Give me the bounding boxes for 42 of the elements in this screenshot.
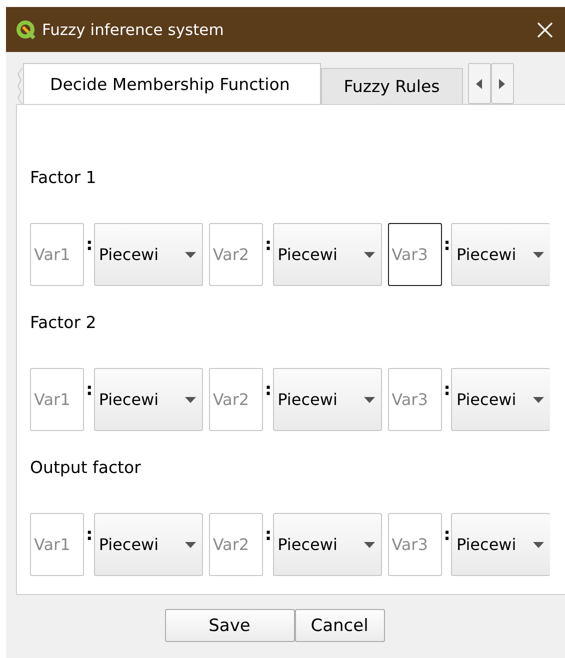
separator-text: :: [444, 382, 450, 399]
function-dropdown[interactable]: Piecewi: [272, 368, 382, 431]
function-dropdown[interactable]: Piecewi: [451, 513, 550, 576]
right-arrow-icon: [499, 78, 506, 88]
caret-icon: [364, 396, 375, 402]
separator-text: :: [264, 527, 272, 544]
caret-icon: [533, 396, 544, 402]
caret-icon: [364, 252, 375, 258]
separator-text: :: [86, 237, 93, 254]
separator-text: :: [444, 237, 450, 254]
separator-text: :: [264, 237, 272, 254]
caret-icon: [184, 252, 196, 258]
factor-label: Factor 1: [30, 167, 98, 189]
factor-label: Factor 2: [30, 312, 98, 334]
tab[interactable]: Decide Membership Function: [23, 63, 321, 104]
tab[interactable]: Fuzzy Rules: [320, 68, 463, 104]
function-dropdown[interactable]: Piecewi: [451, 368, 550, 431]
scroll-left-button[interactable]: [468, 63, 491, 104]
function-dropdown[interactable]: Piecewi: [272, 513, 382, 576]
variable-field[interactable]: Var3: [388, 223, 442, 286]
function-dropdown[interactable]: Piecewi: [272, 223, 382, 286]
caret-icon: [184, 396, 196, 402]
close-icon[interactable]: [537, 22, 553, 38]
caret-icon: [533, 252, 544, 258]
function-dropdown[interactable]: Piecewi: [94, 513, 203, 576]
left-arrow-icon: [476, 78, 482, 88]
separator-text: :: [86, 527, 93, 544]
app-logo-icon: [16, 20, 36, 40]
function-dropdown[interactable]: Piecewi: [94, 223, 203, 286]
caret-icon: [533, 542, 544, 548]
function-dropdown[interactable]: Piecewi: [451, 223, 550, 286]
separator-text: :: [264, 382, 272, 399]
caret-icon: [184, 542, 196, 548]
function-dropdown[interactable]: Piecewi: [94, 368, 203, 431]
cancel-button[interactable]: Cancel: [294, 609, 384, 642]
caret-icon: [364, 542, 375, 548]
window-title: Fuzzy inference system: [42, 20, 225, 38]
scroll-right-button[interactable]: [490, 63, 514, 104]
factor-label: Output factor: [30, 457, 142, 479]
separator-text: :: [444, 527, 450, 544]
separator-text: :: [86, 382, 93, 399]
save-button[interactable]: Save: [164, 609, 294, 642]
